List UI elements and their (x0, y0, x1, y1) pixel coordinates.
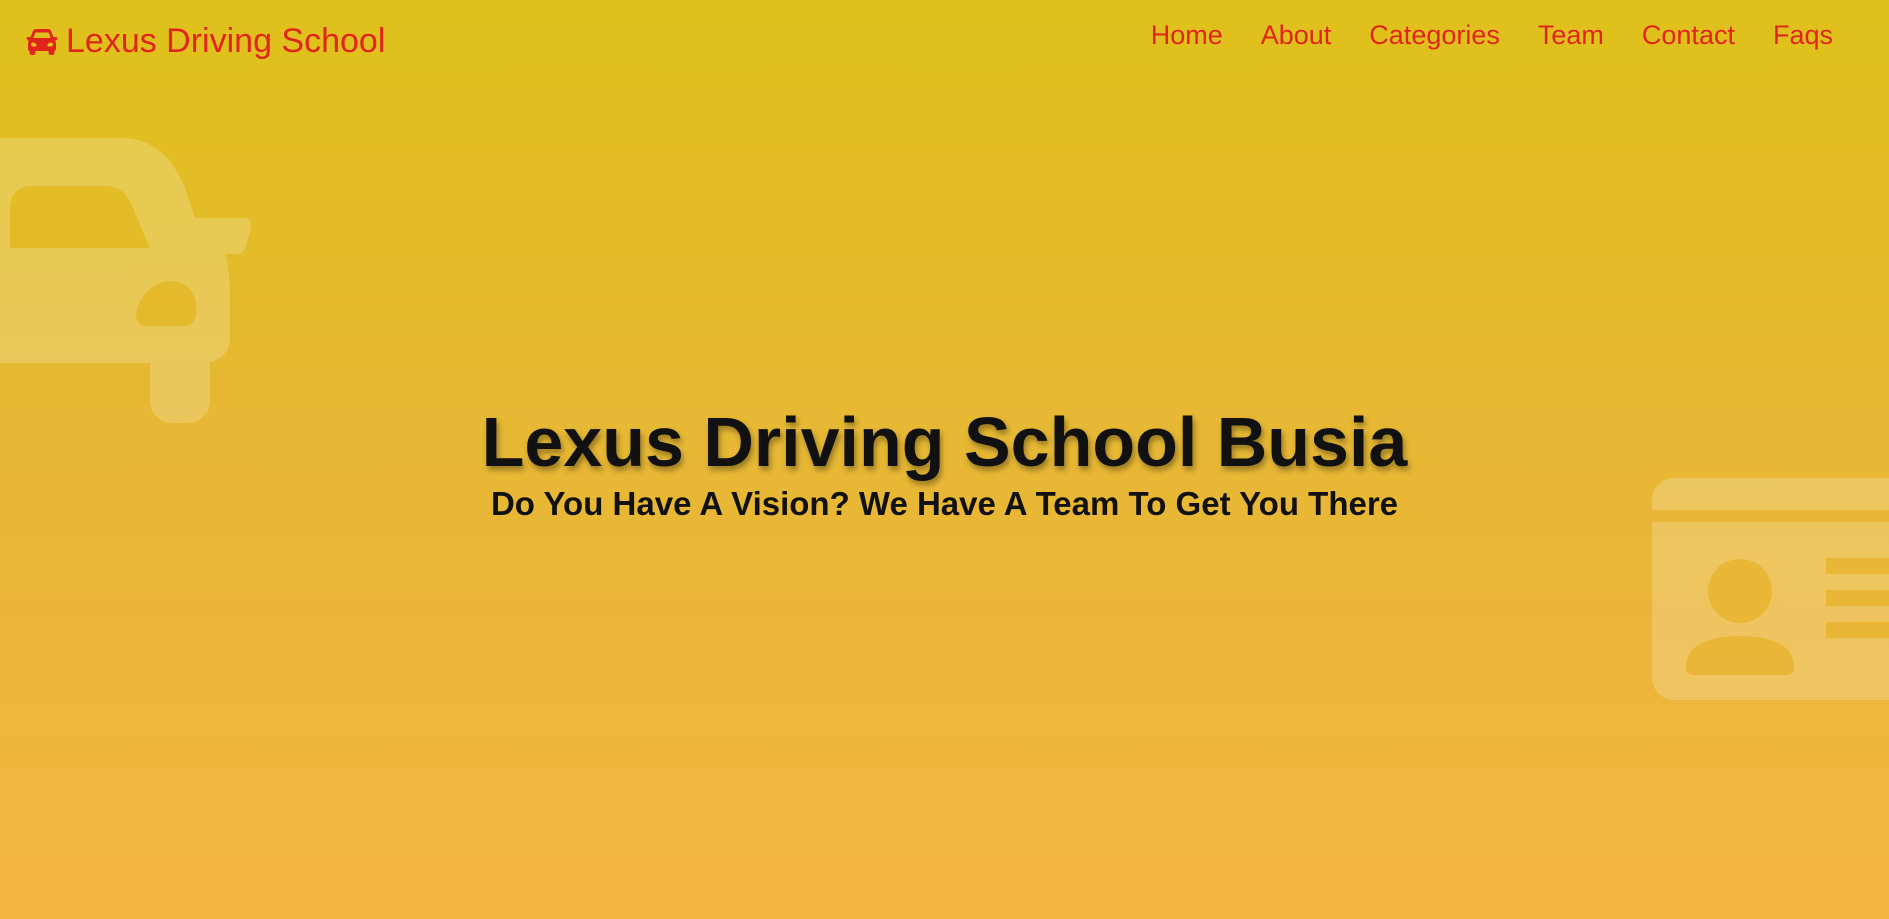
car-icon (26, 28, 58, 55)
nav-link-categories[interactable]: Categories (1369, 20, 1500, 51)
nav-menu: Home About Categories Team Contact Faqs (1113, 20, 1833, 51)
nav-link-team[interactable]: Team (1538, 20, 1604, 51)
hero-subtitle: Do You Have A Vision? We Have A Team To … (490, 485, 1399, 522)
hero-title: Lexus Driving School Busia (481, 403, 1408, 481)
brand-name: Lexus Driving School (66, 22, 386, 60)
navbar: Lexus Driving School Home About Categori… (0, 0, 1889, 80)
brand-link[interactable]: Lexus Driving School (26, 22, 385, 61)
nav-link-about[interactable]: About (1261, 20, 1332, 51)
nav-link-contact[interactable]: Contact (1642, 20, 1735, 51)
page: Lexus Driving School Home About Categori… (0, 0, 1889, 919)
nav-link-faqs[interactable]: Faqs (1773, 20, 1833, 51)
car-icon (0, 138, 251, 423)
hero-section: Lexus Driving School Busia Do You Have A… (0, 400, 1889, 524)
nav-link-home[interactable]: Home (1151, 20, 1223, 51)
